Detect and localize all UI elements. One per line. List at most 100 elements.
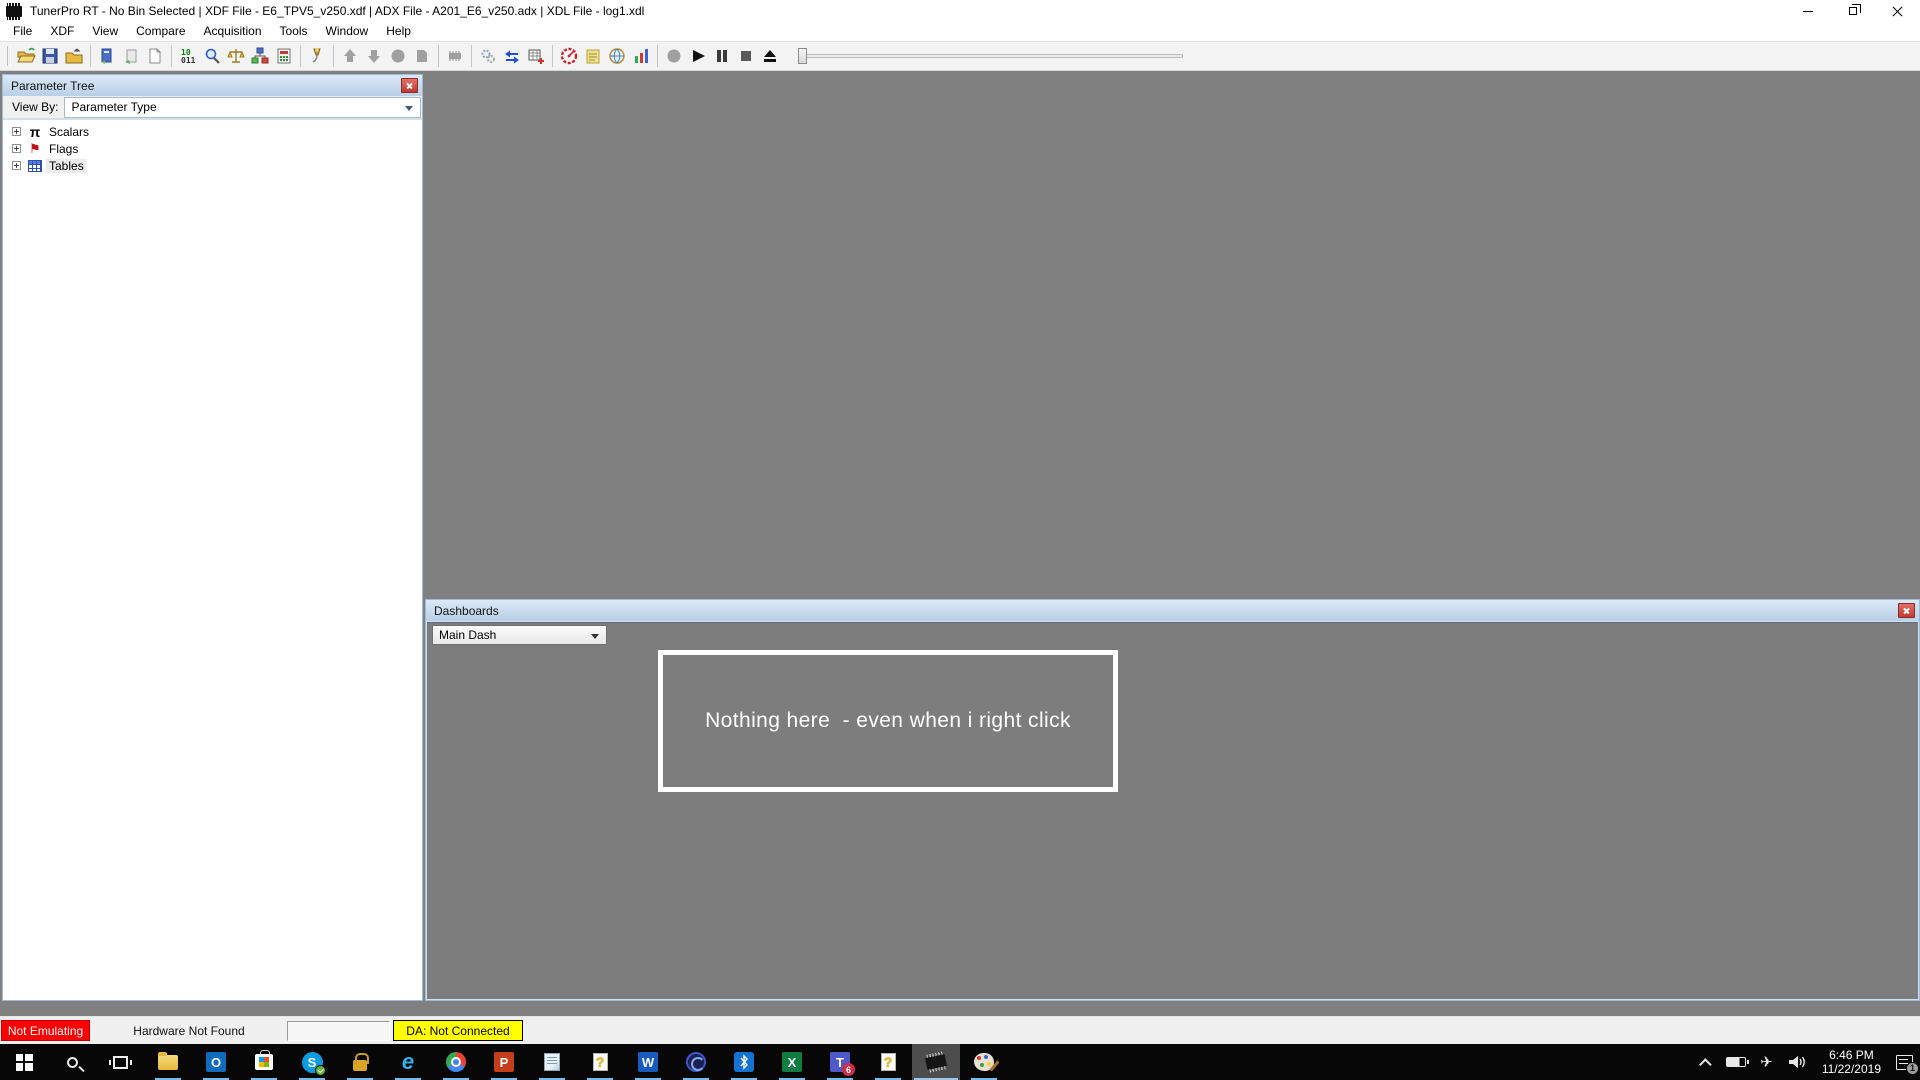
da-status-badge: DA: Not Connected xyxy=(393,1020,523,1041)
menu-acquisition[interactable]: Acquisition xyxy=(195,22,271,41)
taskbar-skype[interactable]: S xyxy=(288,1044,336,1080)
minimize-button[interactable] xyxy=(1785,0,1830,22)
taskbar-lock-app[interactable] xyxy=(336,1044,384,1080)
doc-export-button[interactable] xyxy=(119,44,143,68)
notes-button[interactable] xyxy=(581,44,605,68)
notepad-icon xyxy=(544,1053,560,1071)
probe-button[interactable] xyxy=(305,44,329,68)
pause-button[interactable] xyxy=(710,44,734,68)
menu-xdf[interactable]: XDF xyxy=(41,22,83,41)
tray-battery[interactable] xyxy=(1719,1044,1753,1080)
restore-button[interactable] xyxy=(1830,0,1875,22)
tray-volume[interactable] xyxy=(1780,1044,1814,1080)
dashboard-selector-dropdown[interactable]: Main Dash xyxy=(432,625,607,645)
taskbar-teams[interactable]: T6 xyxy=(816,1044,864,1080)
move-up-button[interactable] xyxy=(338,44,362,68)
tree-item-flags[interactable]: ⚑ Flags xyxy=(3,140,422,157)
taskbar-notepad[interactable] xyxy=(528,1044,576,1080)
save-button[interactable] xyxy=(38,44,62,68)
view-by-dropdown[interactable]: Parameter Type xyxy=(64,97,421,118)
settings-button[interactable] xyxy=(476,44,500,68)
window-title: TunerPro RT - No Bin Selected | XDF File… xyxy=(30,4,644,18)
taskbar-tunerpro[interactable] xyxy=(912,1044,960,1080)
start-button[interactable] xyxy=(0,1044,48,1080)
taskbar-bluetooth[interactable] xyxy=(720,1044,768,1080)
playback-slider[interactable] xyxy=(798,49,1183,63)
expand-icon[interactable] xyxy=(12,144,21,153)
task-view-button[interactable] xyxy=(96,1044,144,1080)
dashboard-gauge-button[interactable] xyxy=(557,44,581,68)
menu-file[interactable]: File xyxy=(4,22,41,41)
taskbar-help-doc[interactable]: ? xyxy=(576,1044,624,1080)
taskbar-excel[interactable]: X xyxy=(768,1044,816,1080)
dashboards-close-button[interactable] xyxy=(1898,603,1915,618)
taskbar-outlook[interactable]: O xyxy=(192,1044,240,1080)
tray-show-hidden-icons[interactable] xyxy=(1696,1044,1719,1080)
tree-item-label[interactable]: Flags xyxy=(46,142,81,156)
new-doc-button[interactable] xyxy=(143,44,167,68)
calculator-button[interactable] xyxy=(272,44,296,68)
tunerpro-window: TunerPro RT - No Bin Selected | XDF File… xyxy=(0,0,1920,1080)
charts-button[interactable] xyxy=(629,44,653,68)
tree-item-label[interactable]: Tables xyxy=(46,159,87,173)
menu-tools[interactable]: Tools xyxy=(271,22,317,41)
toolbar-grip[interactable] xyxy=(7,46,11,66)
slider-thumb[interactable] xyxy=(798,48,807,64)
dashboards-header[interactable]: Dashboards xyxy=(426,600,1919,621)
table-add-button[interactable] xyxy=(524,44,548,68)
menu-view[interactable]: View xyxy=(83,22,127,41)
copy-doc-button[interactable] xyxy=(410,44,434,68)
folder-up-button[interactable] xyxy=(62,44,86,68)
compare-doc-button[interactable] xyxy=(95,44,119,68)
expand-icon[interactable] xyxy=(12,161,21,170)
taskbar-search-button[interactable] xyxy=(48,1044,96,1080)
tray-clock[interactable]: 6:46 PM 11/22/2019 xyxy=(1814,1048,1889,1076)
emulate-chip-button[interactable] xyxy=(443,44,467,68)
excel-icon: X xyxy=(782,1052,802,1072)
find-button[interactable] xyxy=(200,44,224,68)
record-button[interactable] xyxy=(662,44,686,68)
binary-view-button[interactable]: 10011 xyxy=(176,44,200,68)
taskbar-file-explorer[interactable] xyxy=(144,1044,192,1080)
sync-arrows-icon xyxy=(502,46,522,66)
slider-track[interactable] xyxy=(798,54,1183,58)
tree-item-scalars[interactable]: π Scalars xyxy=(3,123,422,140)
compare-scales-button[interactable] xyxy=(224,44,248,68)
dashboard-selector-value: Main Dash xyxy=(439,628,496,642)
taskbar-store[interactable] xyxy=(240,1044,288,1080)
menu-help[interactable]: Help xyxy=(377,22,420,41)
folder-icon xyxy=(158,1055,178,1070)
parameter-tree-panel: Parameter Tree View By: Parameter Type π… xyxy=(2,74,423,1001)
tree-item-tables[interactable]: Tables xyxy=(3,157,422,174)
parameter-tree-header[interactable]: Parameter Tree xyxy=(3,75,422,96)
taskbar-internet-explorer[interactable]: e xyxy=(384,1044,432,1080)
taskbar-word[interactable]: W xyxy=(624,1044,672,1080)
sync-transfer-button[interactable] xyxy=(500,44,524,68)
move-down-button[interactable] xyxy=(362,44,386,68)
menu-window[interactable]: Window xyxy=(317,22,378,41)
help-doc-icon: ? xyxy=(593,1053,608,1071)
menu-compare[interactable]: Compare xyxy=(127,22,194,41)
eject-button[interactable] xyxy=(758,44,782,68)
globe-icon xyxy=(607,46,627,66)
hierarchy-button[interactable] xyxy=(248,44,272,68)
taskbar-powerpoint[interactable]: P xyxy=(480,1044,528,1080)
taskbar-paint[interactable] xyxy=(960,1044,1008,1080)
play-button[interactable] xyxy=(686,44,710,68)
taskbar-chrome[interactable] xyxy=(432,1044,480,1080)
taskbar-help-doc-2[interactable]: ? xyxy=(864,1044,912,1080)
stop-button[interactable] xyxy=(734,44,758,68)
parameter-tree-close-button[interactable] xyxy=(401,78,418,93)
expand-icon[interactable] xyxy=(12,127,21,136)
action-center-button[interactable]: 1 xyxy=(1889,1044,1920,1080)
tray-airplane-mode[interactable]: ✈ xyxy=(1753,1044,1780,1080)
web-button[interactable] xyxy=(605,44,629,68)
open-button[interactable] xyxy=(14,44,38,68)
close-button[interactable] xyxy=(1875,0,1920,22)
view-by-value: Parameter Type xyxy=(71,100,156,114)
burn-button[interactable] xyxy=(386,44,410,68)
tree-item-label[interactable]: Scalars xyxy=(46,125,92,139)
taskbar-sync-app[interactable] xyxy=(672,1044,720,1080)
chevron-down-icon xyxy=(591,634,599,639)
notepad-icon xyxy=(583,46,603,66)
